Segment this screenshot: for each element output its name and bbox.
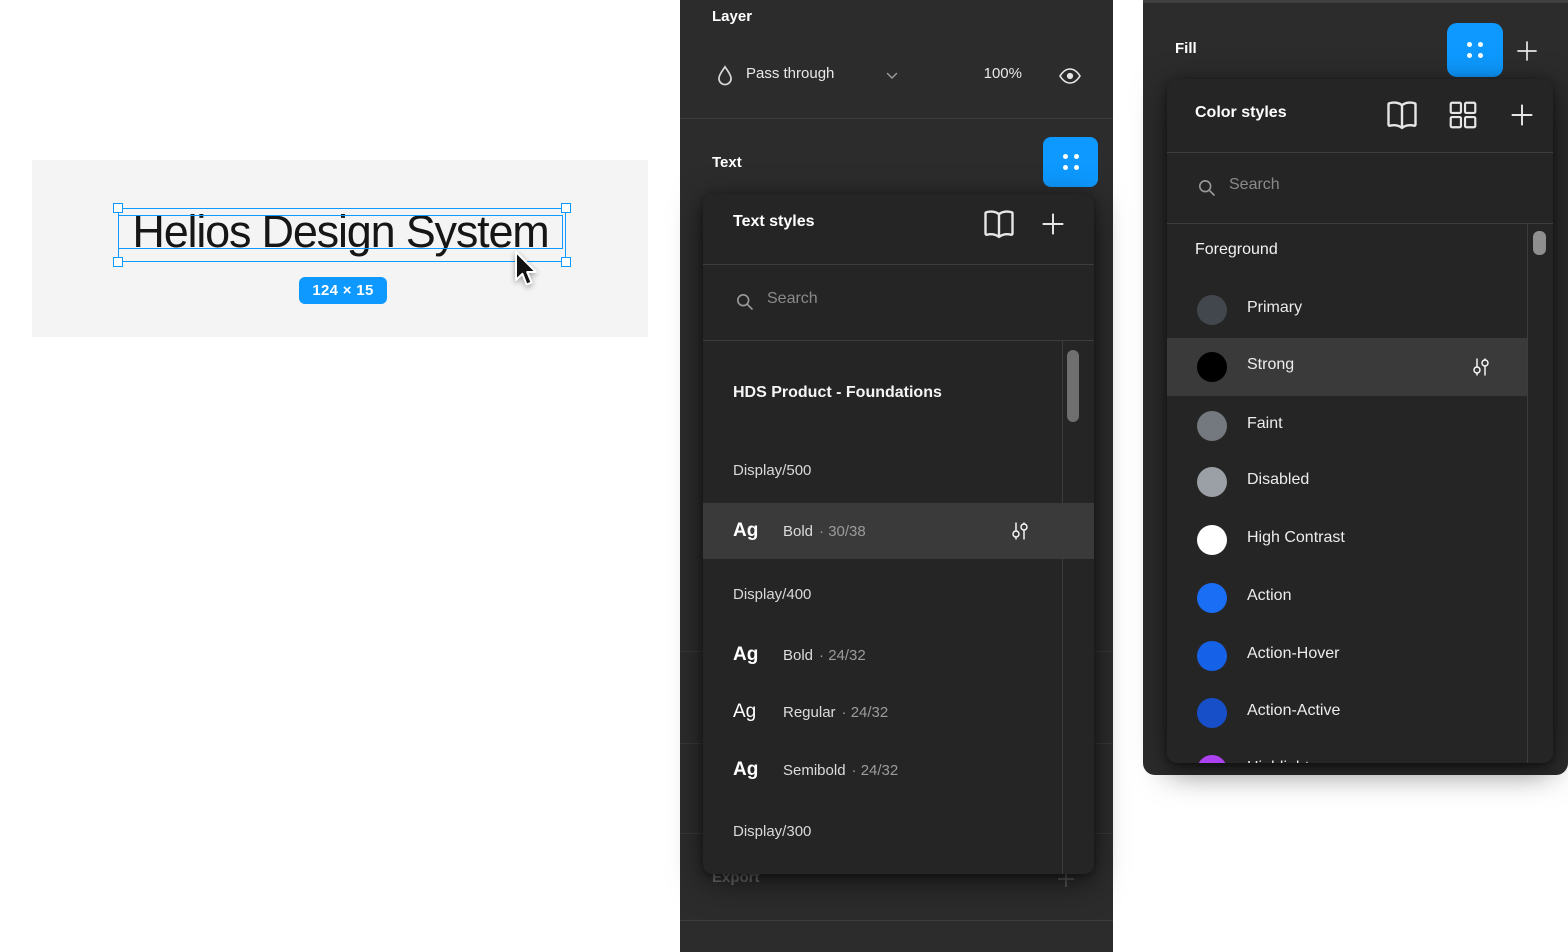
color-swatch	[1197, 525, 1227, 555]
opacity-input[interactable]: 100%	[952, 65, 1022, 82]
style-name: Semibold· 24/32	[783, 762, 898, 779]
color-style-row-highlight[interactable]: Highlight	[1167, 741, 1527, 763]
text-styles-toggle-button[interactable]	[1043, 137, 1098, 187]
scrollbar-track	[1062, 340, 1063, 874]
style-sample: Ag	[733, 701, 756, 723]
visibility-eye-icon[interactable]	[1056, 64, 1084, 88]
dimensions-badge: 124 × 15	[299, 277, 387, 304]
text-section-title: Text	[712, 154, 742, 171]
scrollbar-track	[1527, 223, 1528, 763]
four-dots-icon	[1467, 42, 1483, 58]
color-style-label: Disabled	[1247, 471, 1309, 489]
text-styles-popover-title: Text styles	[733, 213, 815, 231]
color-swatch	[1197, 583, 1227, 613]
color-style-label: Strong	[1247, 356, 1294, 374]
color-style-label: Action-Hover	[1247, 645, 1339, 663]
layer-section-title: Layer	[712, 8, 752, 25]
style-sample: Ag	[733, 759, 758, 781]
fill-section-title: Fill	[1175, 40, 1197, 57]
color-style-row-action-active[interactable]: Action-Active	[1167, 684, 1527, 742]
color-swatch	[1197, 411, 1227, 441]
blend-mode-select[interactable]: Pass through	[746, 65, 834, 82]
chevron-down-icon[interactable]	[886, 72, 898, 80]
style-name: Bold· 24/32	[783, 647, 866, 664]
style-group-label: Display/500	[733, 462, 811, 479]
color-style-row-strong[interactable]: Strong	[1167, 338, 1527, 396]
color-style-row-faint[interactable]: Faint	[1167, 397, 1527, 455]
mouse-cursor-icon	[509, 250, 539, 288]
color-style-row-disabled[interactable]: Disabled	[1167, 453, 1527, 511]
style-name: Regular· 24/32	[783, 704, 888, 721]
color-swatch	[1197, 467, 1227, 497]
text-style-row-semibold-24-32[interactable]: Ag Semibold· 24/32	[703, 745, 1094, 795]
color-style-row-primary[interactable]: Primary	[1167, 281, 1527, 339]
text-style-row-bold-30-38[interactable]: Ag Bold· 30/38	[703, 503, 1094, 559]
library-name: HDS Product - Foundations	[733, 384, 942, 402]
divider	[1167, 152, 1553, 153]
section-divider	[680, 118, 1113, 119]
style-sample: Ag	[733, 644, 758, 666]
selection-handle-top-left[interactable]	[113, 203, 123, 213]
divider	[703, 340, 1094, 341]
color-style-row-action[interactable]: Action	[1167, 569, 1527, 627]
style-sample: Ag	[733, 520, 758, 542]
text-layer-outline[interactable]	[118, 215, 563, 249]
color-style-label: High Contrast	[1247, 529, 1345, 547]
style-group-label: Display/300	[733, 823, 811, 840]
divider	[703, 264, 1094, 265]
color-style-label: Faint	[1247, 415, 1283, 433]
search-icon	[735, 292, 755, 312]
color-swatch	[1197, 641, 1227, 671]
library-book-icon[interactable]	[981, 207, 1017, 241]
grid-view-icon[interactable]	[1446, 100, 1480, 130]
color-group-label: Foreground	[1195, 241, 1278, 259]
color-style-label: Highlight	[1247, 759, 1309, 763]
color-swatch	[1197, 352, 1227, 382]
color-style-label: Action	[1247, 587, 1291, 605]
scrollbar-thumb[interactable]	[1067, 350, 1079, 422]
style-group-label: Display/400	[733, 586, 811, 603]
color-swatch	[1197, 698, 1227, 728]
text-style-row-regular-24-32[interactable]: Ag Regular· 24/32	[703, 687, 1094, 737]
color-swatch	[1197, 295, 1227, 325]
add-fill-icon[interactable]	[1510, 36, 1544, 66]
selection-handle-bottom-left[interactable]	[113, 257, 123, 267]
divider	[1167, 223, 1553, 224]
selection-handle-bottom-right[interactable]	[561, 257, 571, 267]
color-styles-search-input[interactable]: Search	[1229, 176, 1280, 194]
color-styles-popover: Color styles Search Foreground Primary S…	[1167, 79, 1553, 763]
color-swatch	[1197, 755, 1227, 763]
edit-style-sliders-icon[interactable]	[1009, 520, 1031, 542]
four-dots-icon	[1063, 154, 1079, 170]
blend-mode-icon	[716, 64, 734, 88]
text-style-row-bold-24-32[interactable]: Ag Bold· 24/32	[703, 630, 1094, 680]
edit-style-sliders-icon[interactable]	[1470, 356, 1492, 378]
selection-handle-top-right[interactable]	[561, 203, 571, 213]
add-color-style-icon[interactable]	[1504, 98, 1540, 132]
color-style-label: Action-Active	[1247, 702, 1340, 720]
scrollbar-thumb[interactable]	[1533, 231, 1546, 255]
color-styles-toggle-button[interactable]	[1447, 23, 1503, 77]
section-divider	[680, 920, 1113, 921]
color-styles-popover-title: Color styles	[1195, 104, 1287, 122]
text-styles-popover: Text styles Search HDS Product - Foundat…	[703, 194, 1094, 874]
color-style-row-action-hover[interactable]: Action-Hover	[1167, 627, 1527, 685]
text-styles-search-input[interactable]: Search	[767, 290, 818, 308]
style-name: Bold· 30/38	[783, 523, 866, 540]
add-text-style-icon[interactable]	[1035, 207, 1071, 241]
search-icon	[1197, 178, 1217, 198]
color-style-row-high-contrast[interactable]: High Contrast	[1167, 511, 1527, 569]
library-book-icon[interactable]	[1384, 98, 1420, 132]
color-style-label: Primary	[1247, 299, 1302, 317]
